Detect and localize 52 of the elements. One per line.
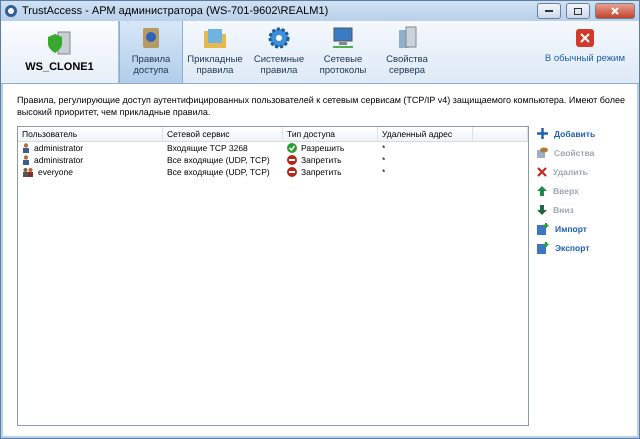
- minimize-icon: [545, 10, 553, 12]
- document-icon: [537, 222, 549, 234]
- toolbar-tab[interactable]: Системные правила: [247, 21, 311, 83]
- users-icon: [22, 167, 34, 177]
- normal-mode-button[interactable]: В обычный режим: [530, 21, 639, 83]
- service-cell-text: Входящие TCP 3268: [166, 143, 249, 153]
- service-cell-text: Все входящие (UDP, TCP): [166, 155, 271, 165]
- gear-icon: [266, 25, 292, 51]
- toolbar-tab[interactable]: Свойства сервера: [375, 21, 439, 83]
- minimize-button[interactable]: [537, 3, 561, 19]
- window-title: TrustAccess - АРМ администратора (WS-701-9602\REALM1): [22, 5, 330, 17]
- close-icon: [611, 7, 619, 15]
- shield-computer-icon: [46, 31, 74, 55]
- address-cell-text: *: [381, 143, 386, 153]
- check-icon: [287, 143, 297, 153]
- down-arrow-icon: [537, 204, 547, 214]
- column-header[interactable]: Тип доступа: [283, 127, 378, 141]
- service-cell-text: Все входящие (UDP, TCP): [166, 167, 271, 177]
- computer-name: WS_CLONE1: [25, 61, 94, 73]
- up-arrow-icon: [537, 186, 547, 196]
- access-cell: Запретить: [283, 155, 378, 165]
- access-cell: Запретить: [283, 167, 378, 177]
- document-icon: [537, 242, 549, 254]
- computer-panel[interactable]: WS_CLONE1: [1, 21, 119, 83]
- action-link[interactable]: Добавить: [537, 126, 627, 141]
- user-cell: administrator: [18, 155, 163, 165]
- toolbar-tab[interactable]: Прикладные правила: [183, 21, 247, 83]
- close-button[interactable]: [595, 3, 635, 19]
- column-header[interactable]: Удаленный адрес: [378, 127, 473, 141]
- user-cell: everyone: [18, 167, 163, 177]
- monitor-icon: [330, 25, 356, 51]
- user-icon: [22, 155, 30, 165]
- address-cell-text: *: [381, 155, 386, 165]
- user-icon: [22, 143, 30, 153]
- plus-icon: [537, 128, 548, 139]
- toolbar-tab[interactable]: Сетевые протоколы: [311, 21, 375, 83]
- action-link[interactable]: Импорт: [537, 221, 627, 236]
- maximize-button[interactable]: [566, 3, 590, 19]
- minus-icon: [287, 155, 297, 165]
- close-icon: [576, 29, 594, 47]
- app-icon: [5, 5, 17, 17]
- delete-icon: [537, 166, 547, 176]
- address-cell-text: *: [381, 167, 386, 177]
- maximize-icon: [574, 8, 582, 14]
- description-text: Правила, регулирующие доступ аутентифицированных пользователей к сетевым сервисам (TCP/IP v4) защищаемого компьютера. Имеют более высокий приоритет, чем прикладные правила.: [17, 94, 626, 118]
- access-cell: Разрешить: [283, 143, 378, 153]
- user-cell: administrator: [18, 143, 163, 153]
- column-header[interactable]: Пользователь: [18, 127, 163, 141]
- action-link[interactable]: Экспорт: [537, 240, 627, 255]
- minus-icon: [287, 167, 297, 177]
- column-header[interactable]: Сетевой сервис: [163, 127, 283, 141]
- toolbar-tab[interactable]: Правила доступа: [119, 21, 183, 83]
